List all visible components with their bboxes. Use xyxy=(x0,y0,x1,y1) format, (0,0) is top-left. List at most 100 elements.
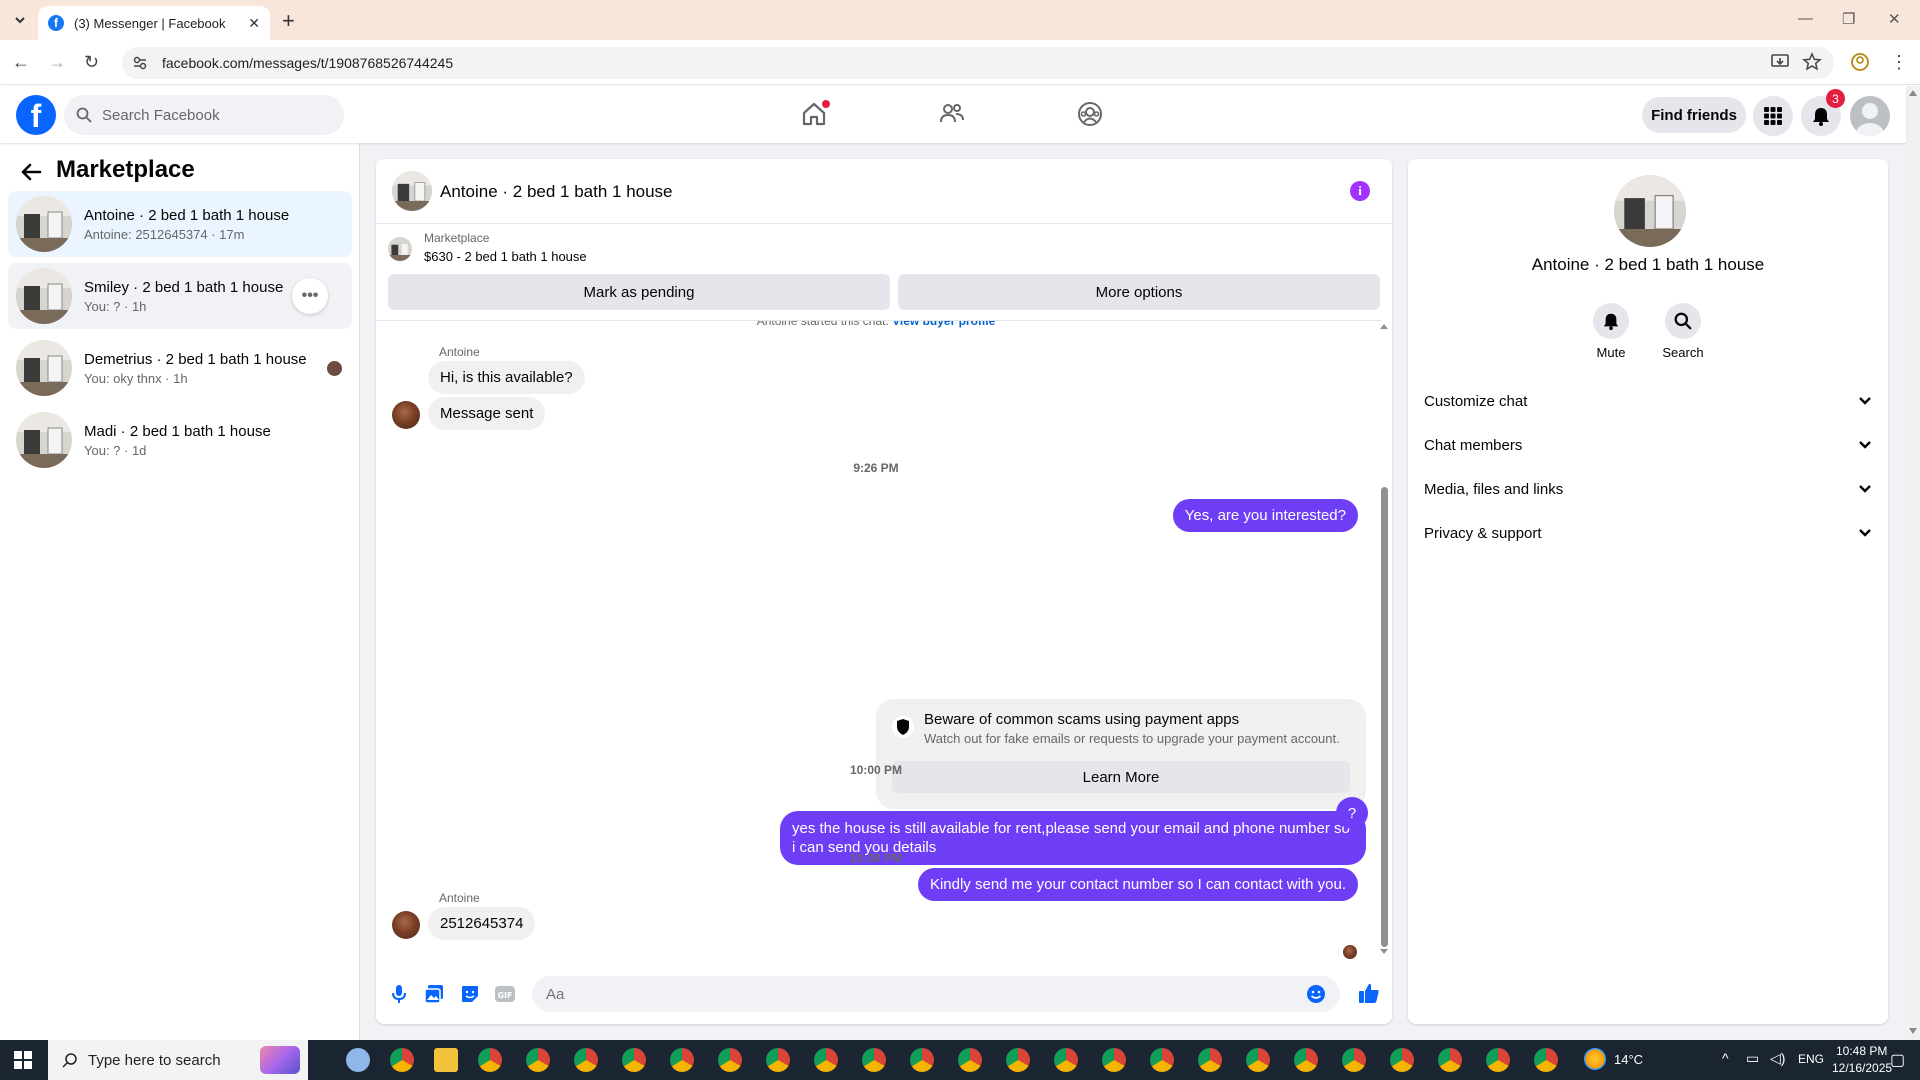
customize-chat-row[interactable]: Customize chat xyxy=(1424,379,1872,423)
chrome-icon[interactable] xyxy=(1438,1048,1462,1072)
chrome-icon[interactable] xyxy=(1342,1048,1366,1072)
more-options-button[interactable]: More options xyxy=(898,274,1380,310)
chrome-icon[interactable] xyxy=(526,1048,550,1072)
privacy-support-row[interactable]: Privacy & support xyxy=(1424,511,1872,555)
groups-icon[interactable] xyxy=(1076,100,1104,128)
thumbs-up-icon[interactable] xyxy=(1358,982,1380,1004)
weather-icon[interactable] xyxy=(1584,1048,1606,1070)
scroll-up-icon[interactable] xyxy=(1379,322,1389,330)
chrome-icon[interactable] xyxy=(574,1048,598,1072)
view-buyer-profile-link[interactable]: View buyer profile xyxy=(892,321,995,328)
reload-icon[interactable]: ↻ xyxy=(84,52,99,73)
chrome-icon[interactable] xyxy=(622,1048,646,1072)
new-tab-icon[interactable]: + xyxy=(282,8,295,34)
site-info-icon[interactable] xyxy=(132,55,148,71)
scroll-down-icon[interactable] xyxy=(1379,948,1389,956)
chrome-icon[interactable] xyxy=(1006,1048,1030,1072)
info-icon[interactable]: i xyxy=(1350,181,1370,201)
conversation-item[interactable]: Madi · 2 bed 1 bath 1 house You: ? · 1d xyxy=(8,407,352,473)
close-tab-icon[interactable]: ✕ xyxy=(248,15,260,32)
mark-as-pending-button[interactable]: Mark as pending xyxy=(388,274,890,310)
profile-icon[interactable] xyxy=(1850,52,1870,72)
scroll-up-icon[interactable] xyxy=(1909,90,1917,96)
chrome-icon[interactable] xyxy=(862,1048,886,1072)
friends-icon[interactable] xyxy=(938,100,966,128)
chrome-icon[interactable] xyxy=(766,1048,790,1072)
bookmark-star-icon[interactable] xyxy=(1802,52,1822,72)
facebook-search-input[interactable]: Search Facebook xyxy=(64,95,344,135)
chat-title[interactable]: Antoine · 2 bed 1 bath 1 house xyxy=(440,182,673,202)
language[interactable]: ENG xyxy=(1798,1052,1824,1066)
microphone-icon[interactable] xyxy=(390,984,408,1004)
chrome-icon[interactable] xyxy=(1054,1048,1078,1072)
close-window-icon[interactable]: ✕ xyxy=(1888,10,1901,28)
message-scrollbar[interactable] xyxy=(1379,322,1389,958)
chrome-icon[interactable] xyxy=(910,1048,934,1072)
chat-thumbnail[interactable] xyxy=(392,171,432,211)
app-icon[interactable] xyxy=(346,1048,370,1072)
incoming-message[interactable]: 2512645374 xyxy=(428,907,536,940)
back-arrow-icon[interactable] xyxy=(20,161,42,183)
more-options-icon[interactable]: ••• xyxy=(292,278,328,314)
taskbar-search-input[interactable]: Type here to search xyxy=(48,1040,308,1080)
scrollbar-thumb[interactable] xyxy=(1381,487,1388,947)
emoji-icon[interactable] xyxy=(1306,984,1326,1004)
chrome-icon[interactable] xyxy=(1150,1048,1174,1072)
chevron-up-icon[interactable]: ^ xyxy=(1722,1050,1729,1066)
outgoing-message[interactable]: ? xyxy=(1336,797,1368,829)
minimize-icon[interactable]: — xyxy=(1798,10,1813,27)
outgoing-message[interactable]: Yes, are you interested? xyxy=(1172,499,1358,532)
chrome-icon[interactable] xyxy=(1246,1048,1270,1072)
chrome-icon[interactable] xyxy=(1486,1048,1510,1072)
account-avatar[interactable] xyxy=(1850,96,1890,136)
chrome-icon[interactable] xyxy=(814,1048,838,1072)
chrome-icon[interactable] xyxy=(718,1048,742,1072)
conversation-item[interactable]: Antoine · 2 bed 1 bath 1 house Antoine: … xyxy=(8,191,352,257)
notification-center-icon[interactable]: ▢ xyxy=(1890,1050,1905,1070)
address-bar[interactable]: facebook.com/messages/t/1908768526744245 xyxy=(122,47,1834,79)
listing-thumbnail-large[interactable] xyxy=(1614,175,1686,247)
menu-grid-button[interactable] xyxy=(1753,96,1793,136)
clock-date[interactable]: 12/16/2025 xyxy=(1832,1061,1892,1075)
restore-icon[interactable]: ❐ xyxy=(1842,10,1855,28)
tab-search-icon[interactable] xyxy=(10,10,30,30)
sender-avatar[interactable] xyxy=(392,911,420,939)
forward-arrow-icon[interactable]: → xyxy=(48,52,66,73)
chrome-icon[interactable] xyxy=(1198,1048,1222,1072)
chrome-icon[interactable] xyxy=(1534,1048,1558,1072)
chrome-icon[interactable] xyxy=(390,1048,414,1072)
conversation-item[interactable]: Smiley · 2 bed 1 bath 1 house You: ? · 1… xyxy=(8,263,352,329)
clock-time[interactable]: 10:48 PM xyxy=(1836,1044,1887,1058)
outgoing-message[interactable]: Kindly send me your contact number so I … xyxy=(917,868,1358,901)
chrome-icon[interactable] xyxy=(1294,1048,1318,1072)
browser-tab[interactable]: f (3) Messenger | Facebook ✕ xyxy=(38,6,270,40)
network-icon[interactable]: ▭ xyxy=(1746,1050,1759,1067)
page-scrollbar[interactable] xyxy=(1906,86,1920,1040)
volume-icon[interactable]: ◁) xyxy=(1770,1050,1785,1067)
browser-menu-icon[interactable]: ⋮ xyxy=(1890,52,1908,73)
incoming-message[interactable]: Message sent xyxy=(428,397,546,430)
media-files-links-row[interactable]: Media, files and links xyxy=(1424,467,1872,511)
back-arrow-icon[interactable]: ← xyxy=(12,52,30,73)
facebook-logo-icon[interactable]: f xyxy=(16,95,56,135)
windows-start-icon[interactable] xyxy=(14,1051,32,1069)
chat-members-row[interactable]: Chat members xyxy=(1424,423,1872,467)
gif-icon[interactable]: GIF xyxy=(494,984,516,1004)
install-app-icon[interactable] xyxy=(1770,52,1790,72)
sender-avatar[interactable] xyxy=(392,401,420,429)
sticker-icon[interactable] xyxy=(460,984,480,1004)
find-friends-button[interactable]: Find friends xyxy=(1642,97,1746,133)
scroll-down-icon[interactable] xyxy=(1909,1028,1917,1034)
mute-button[interactable]: Mute xyxy=(1576,303,1646,360)
incoming-message[interactable]: Hi, is this available? xyxy=(428,361,585,394)
temperature[interactable]: 14°C xyxy=(1614,1052,1643,1067)
message-input[interactable] xyxy=(532,976,1340,1012)
chrome-icon[interactable] xyxy=(1102,1048,1126,1072)
chrome-icon[interactable] xyxy=(478,1048,502,1072)
photo-icon[interactable] xyxy=(424,984,444,1004)
chrome-icon[interactable] xyxy=(670,1048,694,1072)
conversation-item[interactable]: Demetrius · 2 bed 1 bath 1 house You: ok… xyxy=(8,335,352,401)
chrome-icon[interactable] xyxy=(958,1048,982,1072)
search-in-chat-button[interactable]: Search xyxy=(1648,303,1718,360)
chrome-icon[interactable] xyxy=(1390,1048,1414,1072)
